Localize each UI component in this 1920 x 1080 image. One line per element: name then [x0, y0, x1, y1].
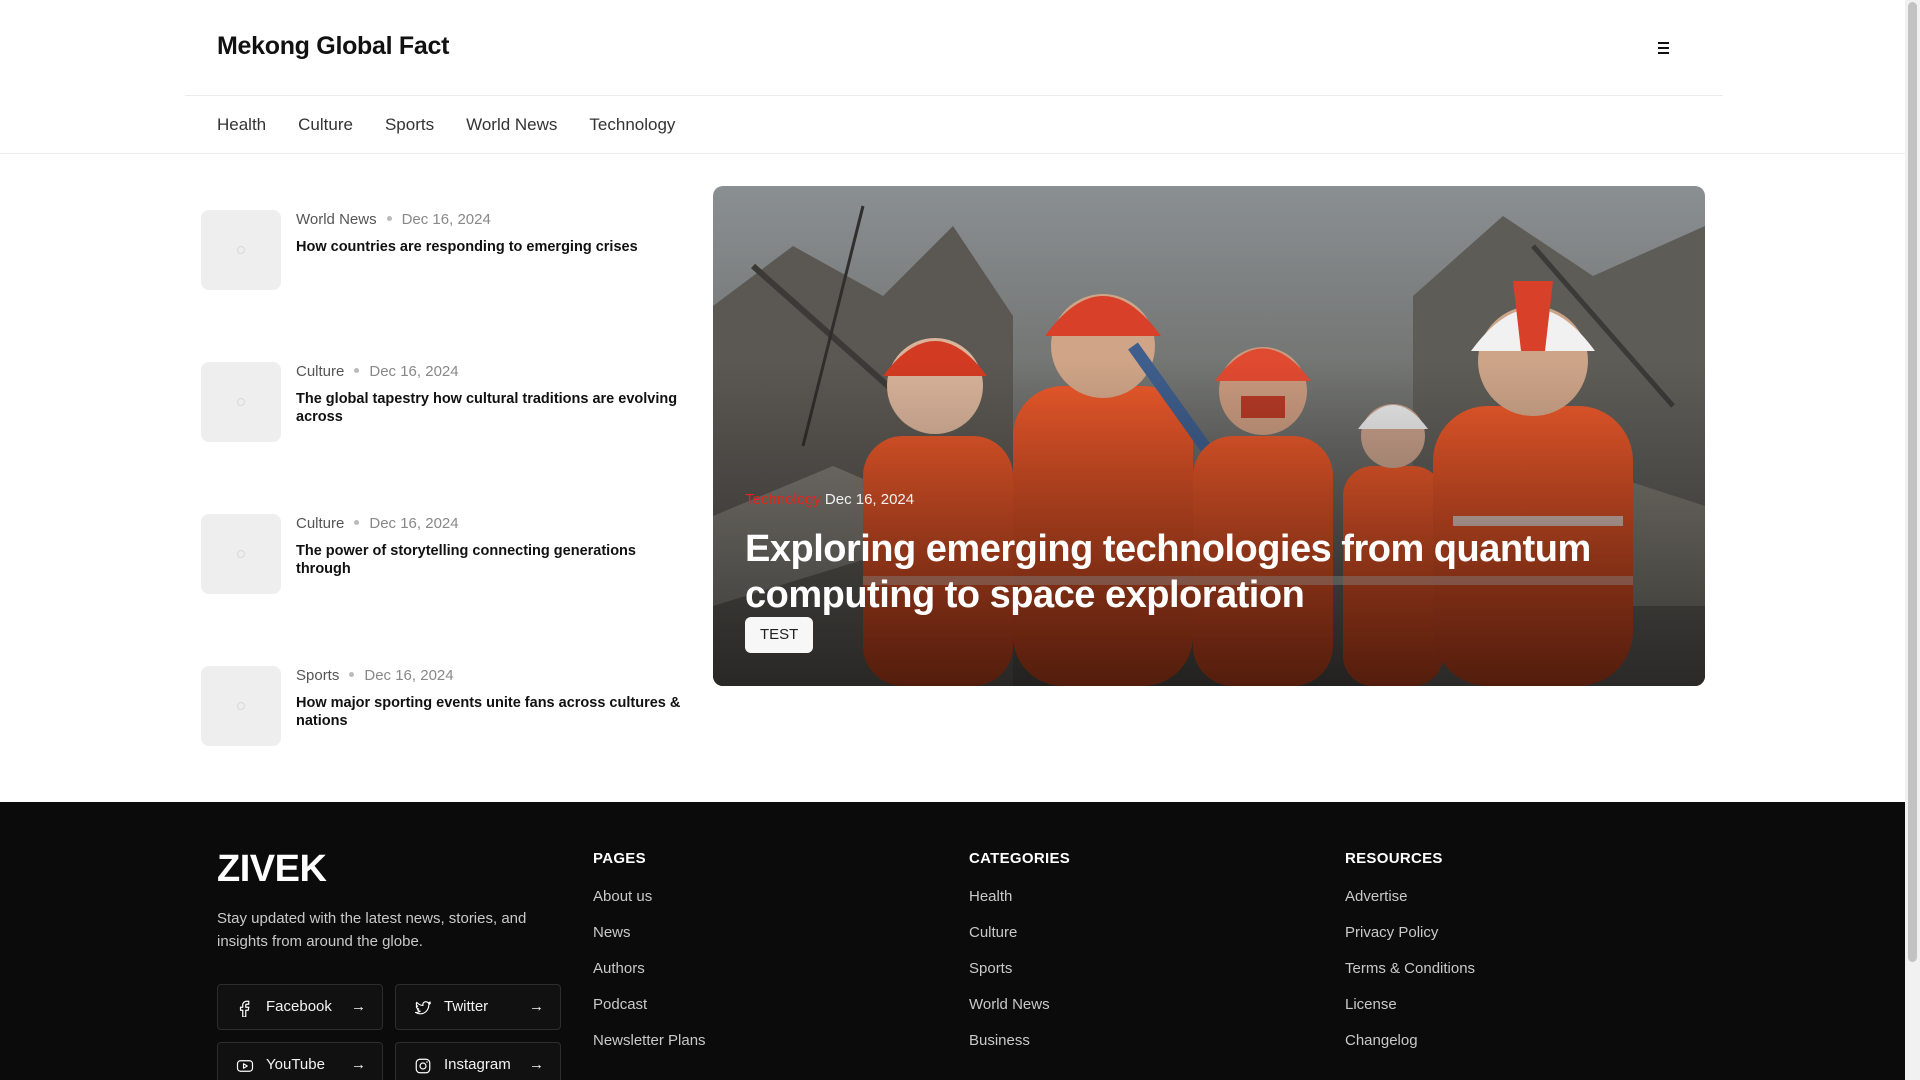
footer-logo[interactable]: ZIVEK	[217, 848, 327, 891]
separator-dot	[386, 216, 392, 222]
twitter-label: Twitter	[444, 998, 489, 1015]
footer-link-podcast[interactable]: Podcast	[593, 996, 706, 1032]
footer-link-news[interactable]: News	[593, 924, 706, 960]
footer-link-license[interactable]: License	[1345, 996, 1475, 1032]
footer-link-terms[interactable]: Terms & Conditions	[1345, 960, 1475, 996]
article-meta: World News Dec 16, 2024	[296, 211, 491, 228]
nav-item-world-news[interactable]: World News	[466, 115, 557, 135]
footer-link-advertise[interactable]: Advertise	[1345, 888, 1475, 924]
article-title[interactable]: The power of storytelling connecting gen…	[296, 542, 686, 578]
article-thumbnail	[201, 362, 281, 442]
site-header: Mekong Global Fact	[185, 0, 1723, 96]
facebook-icon	[239, 1000, 250, 1017]
footer-link-sports[interactable]: Sports	[969, 960, 1070, 996]
page-scrollbar[interactable]	[1905, 0, 1920, 1080]
facebook-button[interactable]: Facebook →	[217, 984, 383, 1030]
article-date: Dec 16, 2024	[401, 211, 491, 228]
image-placeholder-icon	[237, 550, 245, 558]
separator-dot	[354, 368, 360, 374]
footer-link-changelog[interactable]: Changelog	[1345, 1032, 1475, 1068]
article-thumbnail	[201, 666, 281, 746]
featured-category[interactable]: Technology	[745, 491, 821, 508]
footer-column-categories: CATEGORIES Health Culture Sports World N…	[969, 850, 1070, 1068]
article-meta: Sports Dec 16, 2024	[296, 667, 454, 684]
footer-column-pages: PAGES About us News Authors Podcast News…	[593, 850, 706, 1068]
article-date: Dec 16, 2024	[364, 667, 454, 684]
footer-about: Stay updated with the latest news, stori…	[217, 910, 527, 950]
footer-link-authors[interactable]: Authors	[593, 960, 706, 996]
image-placeholder-icon	[237, 246, 245, 254]
arrow-right-icon: →	[529, 998, 544, 1015]
arrow-right-icon: →	[351, 1056, 366, 1073]
nav-item-technology[interactable]: Technology	[589, 115, 675, 135]
article-thumbnail	[201, 514, 281, 594]
footer-link-about-us[interactable]: About us	[593, 888, 706, 924]
footer-link-world-news[interactable]: World News	[969, 996, 1070, 1032]
article-item[interactable]: Culture Dec 16, 2024 The power of storyte…	[201, 514, 681, 596]
footer-link-health[interactable]: Health	[969, 888, 1070, 924]
featured-date: Dec 16, 2024	[824, 491, 915, 508]
article-category[interactable]: Culture	[296, 363, 344, 380]
article-category[interactable]: Sports	[296, 667, 339, 684]
image-placeholder-icon	[237, 702, 245, 710]
youtube-icon	[236, 1060, 254, 1072]
instagram-label: Instagram	[444, 1056, 511, 1073]
footer-heading-pages: PAGES	[593, 850, 646, 867]
article-title[interactable]: How major sporting events unite fans acr…	[296, 694, 686, 730]
footer-link-business[interactable]: Business	[969, 1032, 1070, 1068]
twitter-button[interactable]: Twitter →	[395, 984, 561, 1030]
article-item[interactable]: Sports Dec 16, 2024 How major sporting ev…	[201, 666, 681, 748]
site-footer: ZIVEK Stay updated with the latest news,…	[0, 802, 1905, 1080]
featured-tag[interactable]: TEST	[745, 617, 814, 653]
separator-dot	[354, 520, 360, 526]
featured-title[interactable]: Exploring emerging technologies from qua…	[745, 526, 1645, 618]
featured-article[interactable]: Technology Dec 16, 2024 Exploring emergin…	[713, 186, 1705, 686]
article-meta: Culture Dec 16, 2024	[296, 363, 459, 380]
youtube-button[interactable]: YouTube →	[217, 1042, 383, 1080]
footer-column-resources: RESOURCES Advertise Privacy Policy Terms…	[1345, 850, 1475, 1068]
instagram-icon	[415, 1058, 431, 1074]
article-date: Dec 16, 2024	[369, 515, 459, 532]
article-title[interactable]: The global tapestry how cultural traditi…	[296, 390, 686, 426]
footer-heading-resources: RESOURCES	[1345, 850, 1443, 867]
nav-item-sports[interactable]: Sports	[385, 115, 434, 135]
article-thumbnail	[201, 210, 281, 290]
separator-dot	[349, 672, 355, 678]
article-category[interactable]: World News	[296, 211, 377, 228]
article-meta: Culture Dec 16, 2024	[296, 515, 459, 532]
category-nav: Health Culture Sports World News Technol…	[0, 96, 1905, 154]
footer-link-culture[interactable]: Culture	[969, 924, 1070, 960]
footer-heading-categories: CATEGORIES	[969, 850, 1071, 867]
instagram-button[interactable]: Instagram →	[395, 1042, 561, 1080]
arrow-right-icon: →	[529, 1056, 544, 1073]
article-category[interactable]: Culture	[296, 515, 344, 532]
scrollbar-thumb[interactable]	[1908, 2, 1917, 962]
youtube-label: YouTube	[266, 1056, 325, 1073]
facebook-label: Facebook	[266, 998, 332, 1015]
featured-meta: Technology Dec 16, 2024	[745, 491, 914, 508]
nav-item-culture[interactable]: Culture	[298, 115, 353, 135]
article-item[interactable]: World News Dec 16, 2024 How countries are…	[201, 210, 681, 292]
hamburger-icon[interactable]	[1653, 37, 1675, 59]
article-date: Dec 16, 2024	[369, 363, 459, 380]
article-item[interactable]: Culture Dec 16, 2024 The global tapestry …	[201, 362, 681, 444]
footer-link-privacy-policy[interactable]: Privacy Policy	[1345, 924, 1475, 960]
site-brand[interactable]: Mekong Global Fact	[217, 32, 449, 61]
arrow-right-icon: →	[351, 998, 366, 1015]
twitter-icon	[414, 1001, 432, 1015]
footer-link-newsletter-plans[interactable]: Newsletter Plans	[593, 1032, 706, 1068]
article-title[interactable]: How countries are responding to emerging…	[296, 238, 686, 256]
image-placeholder-icon	[237, 398, 245, 406]
nav-item-health[interactable]: Health	[217, 115, 266, 135]
